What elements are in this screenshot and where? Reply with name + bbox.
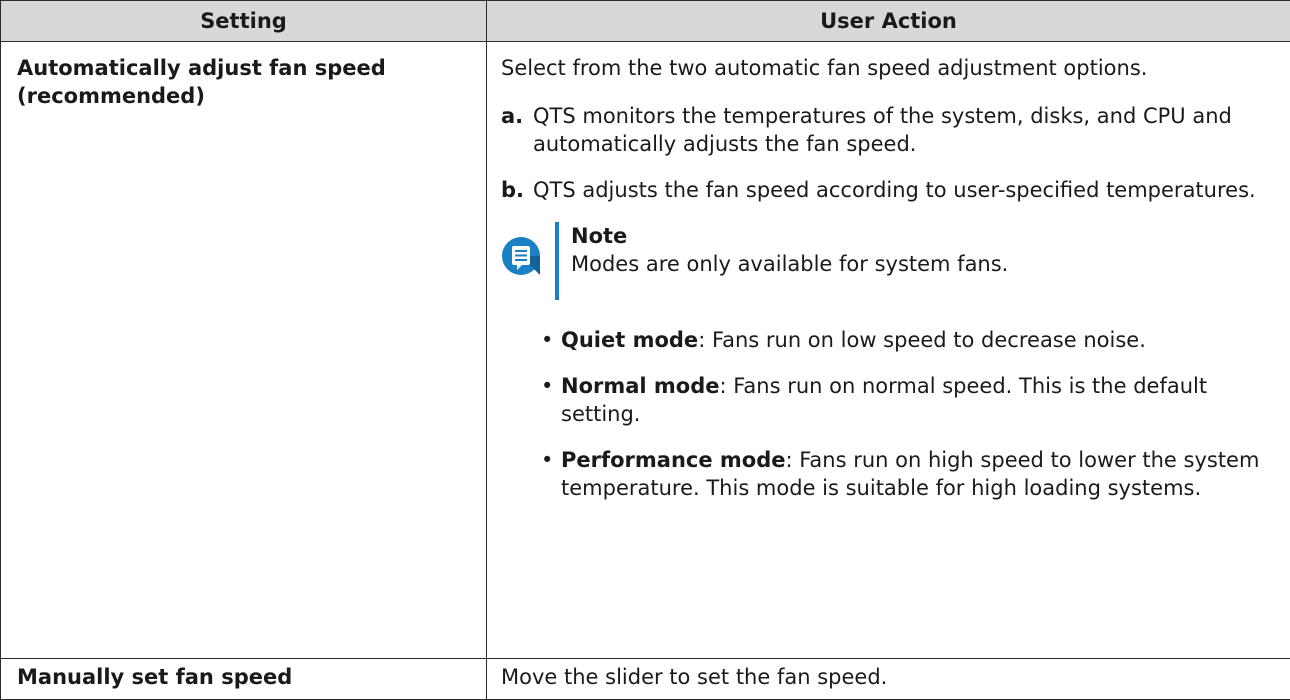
mode-name: Quiet mode — [561, 328, 698, 352]
setting-cell: Manually set fan speed — [1, 659, 487, 700]
intro-text: Select from the two automatic fan speed … — [501, 54, 1274, 82]
table-row: Manually set fan speed Move the slider t… — [1, 659, 1290, 700]
note-accent-bar — [555, 222, 559, 300]
bullet: • — [539, 326, 561, 354]
header-setting: Setting — [1, 1, 487, 42]
bullet: • — [539, 372, 561, 428]
table-header-row: Setting User Action — [1, 1, 1290, 42]
setting-cell: Automatically adjust fan speed (recommen… — [1, 42, 487, 659]
step-text: QTS adjusts the fan speed according to u… — [533, 176, 1274, 204]
user-action-cell: Select from the two automatic fan speed … — [487, 42, 1290, 659]
user-action-cell: Move the slider to set the fan speed. — [487, 659, 1290, 700]
list-item: • Performance mode: Fans run on high spe… — [539, 446, 1274, 502]
note-body: Note Modes are only available for system… — [571, 222, 1008, 278]
list-item: • Quiet mode: Fans run on low speed to d… — [539, 326, 1274, 354]
bullet: • — [539, 446, 561, 502]
list-item: • Normal mode: Fans run on normal speed.… — [539, 372, 1274, 428]
mode-description: : Fans run on low speed to decrease nois… — [698, 328, 1146, 352]
mode-name: Performance mode — [561, 448, 786, 472]
step-letter: a. — [501, 102, 533, 158]
note-title: Note — [571, 222, 1008, 250]
note-icon — [501, 236, 541, 276]
note-text: Modes are only available for system fans… — [571, 250, 1008, 278]
settings-table: Setting User Action Automatically adjust… — [0, 0, 1290, 700]
table-row: Automatically adjust fan speed (recommen… — [1, 42, 1290, 659]
mode-list: • Quiet mode: Fans run on low speed to d… — [539, 326, 1274, 502]
step-item: b. QTS adjusts the fan speed according t… — [501, 176, 1274, 204]
mode-name: Normal mode — [561, 374, 720, 398]
step-item: a. QTS monitors the temperatures of the … — [501, 102, 1274, 158]
step-text: QTS monitors the temperatures of the sys… — [533, 102, 1274, 158]
note-box: Note Modes are only available for system… — [501, 222, 1274, 300]
step-letter: b. — [501, 176, 533, 204]
header-user-action: User Action — [487, 1, 1290, 42]
